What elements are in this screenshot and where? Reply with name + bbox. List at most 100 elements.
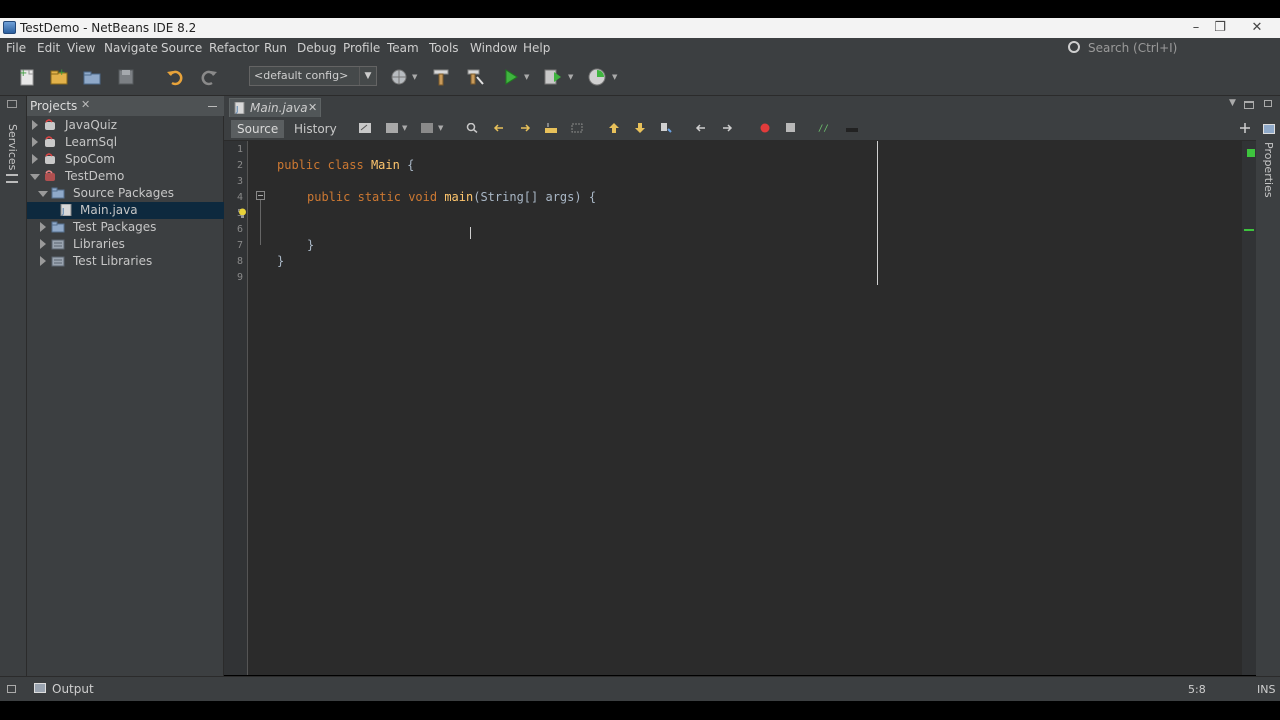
toggle-bookmark-icon[interactable]: [660, 123, 672, 133]
search-box[interactable]: Search (Ctrl+I): [1068, 41, 1177, 55]
profile-dropdown-icon[interactable]: ▼: [612, 73, 617, 81]
tree-item-test-packages[interactable]: Test Packages: [27, 219, 224, 236]
undo-icon[interactable]: [165, 67, 185, 87]
expand-arrow-icon[interactable]: [32, 120, 38, 130]
next-bookmark-icon[interactable]: [634, 123, 646, 133]
forward-dropdown-icon[interactable]: ▼: [438, 124, 443, 132]
run-icon[interactable]: [501, 67, 521, 87]
back-dropdown-icon[interactable]: ▼: [402, 124, 407, 132]
line-number: 3: [236, 176, 243, 187]
previous-bookmark-icon[interactable]: [608, 123, 620, 133]
shift-left-icon[interactable]: [695, 123, 707, 133]
restore-group-icon[interactable]: [7, 100, 17, 108]
globe-dropdown-icon[interactable]: ▼: [412, 73, 417, 81]
tree-item-test-libraries[interactable]: Test Libraries: [27, 253, 224, 270]
menu-edit[interactable]: Edit: [37, 41, 60, 55]
globe-icon[interactable]: [389, 67, 409, 87]
tree-item-source-packages[interactable]: Source Packages: [27, 185, 224, 202]
find-next-icon[interactable]: [519, 123, 531, 133]
tree-item-javaquiz[interactable]: JavaQuiz: [27, 117, 224, 134]
menu-refactor[interactable]: Refactor: [209, 41, 259, 55]
run-dropdown-icon[interactable]: ▼: [524, 73, 529, 81]
projects-tab[interactable]: Projects: [30, 99, 77, 113]
tree-item-main-java[interactable]: J Main.java: [27, 202, 224, 219]
services-panel-icon[interactable]: [6, 174, 18, 183]
comment-icon[interactable]: //: [818, 123, 830, 133]
hint-lightbulb-icon[interactable]: [238, 208, 247, 218]
menu-tools[interactable]: Tools: [429, 41, 459, 55]
clean-build-icon[interactable]: [465, 67, 485, 87]
toggle-rectangular-selection-icon[interactable]: [571, 123, 583, 133]
tab-list-dropdown-icon[interactable]: ▼: [1229, 98, 1236, 108]
start-macro-recording-icon[interactable]: [759, 123, 771, 133]
svg-text:J: J: [61, 207, 64, 216]
split-editor-icon[interactable]: [1239, 123, 1251, 133]
tab-main-java[interactable]: J Main.java ✕: [229, 98, 321, 117]
profile-icon[interactable]: [587, 67, 607, 87]
close-window-button[interactable]: ✕: [1243, 19, 1271, 37]
find-selection-icon[interactable]: [466, 123, 478, 133]
expand-arrow-icon[interactable]: [32, 154, 38, 164]
stop-macro-recording-icon[interactable]: [785, 123, 797, 133]
code-line-8: }: [277, 254, 285, 268]
expand-arrow-icon[interactable]: [40, 222, 46, 232]
menu-profile[interactable]: Profile: [343, 41, 380, 55]
build-hammer-icon[interactable]: [431, 67, 451, 87]
debug-dropdown-icon[interactable]: ▼: [568, 73, 573, 81]
menu-view[interactable]: View: [67, 41, 95, 55]
code-editor[interactable]: public class Main { public static void m…: [248, 141, 1242, 675]
menu-file[interactable]: File: [6, 41, 26, 55]
collapse-arrow-icon[interactable]: [38, 191, 48, 197]
expand-arrow-icon[interactable]: [32, 137, 38, 147]
save-all-icon[interactable]: [116, 67, 136, 87]
shift-right-icon[interactable]: [721, 123, 733, 133]
find-previous-icon[interactable]: [493, 123, 505, 133]
menu-window[interactable]: Window: [470, 41, 517, 55]
new-project-icon[interactable]: +: [49, 67, 69, 87]
expand-arrow-icon[interactable]: [40, 256, 46, 266]
source-view-tab[interactable]: Source: [231, 120, 285, 138]
tree-item-libraries[interactable]: Libraries: [27, 236, 224, 253]
menu-navigate[interactable]: Navigate: [104, 41, 158, 55]
tree-item-spocom[interactable]: SpoCom: [27, 151, 224, 168]
restore-output-icon[interactable]: [7, 685, 16, 693]
output-window-icon: [34, 683, 46, 693]
menu-team[interactable]: Team: [387, 41, 419, 55]
uncomment-icon[interactable]: [846, 123, 858, 133]
configuration-select[interactable]: <default config> ▼: [249, 66, 377, 86]
minimize-panel-icon[interactable]: [208, 106, 217, 107]
close-tab-icon[interactable]: ✕: [308, 101, 317, 114]
search-icon: [1068, 41, 1080, 53]
fold-guide-line: [260, 200, 261, 245]
history-view-tab[interactable]: History: [288, 120, 343, 138]
toggle-highlight-icon[interactable]: [545, 123, 557, 133]
menu-help[interactable]: Help: [523, 41, 550, 55]
restore-editor-icon[interactable]: [1264, 100, 1272, 107]
menu-debug[interactable]: Debug: [297, 41, 336, 55]
output-tab[interactable]: Output: [52, 682, 94, 696]
properties-panel-icon[interactable]: [1263, 124, 1275, 134]
code-line-7: }: [307, 238, 315, 252]
redo-icon[interactable]: [199, 67, 219, 87]
back-icon[interactable]: [386, 123, 398, 133]
close-projects-icon[interactable]: ✕: [81, 98, 90, 111]
line-number: 9: [236, 272, 243, 283]
maximize-button[interactable]: ❐: [1206, 19, 1234, 37]
new-file-icon[interactable]: +: [17, 67, 37, 87]
expand-arrow-icon[interactable]: [40, 239, 46, 249]
forward-icon[interactable]: [421, 123, 433, 133]
menu-run[interactable]: Run: [264, 41, 287, 55]
services-side-tab[interactable]: Services: [6, 124, 19, 170]
error-stripe[interactable]: [1242, 141, 1256, 675]
last-edit-icon[interactable]: [359, 123, 371, 133]
tree-item-testdemo[interactable]: TestDemo: [27, 168, 224, 185]
maximize-editor-icon[interactable]: [1244, 101, 1254, 109]
debug-icon[interactable]: [543, 67, 563, 87]
change-marker[interactable]: [1244, 229, 1254, 231]
open-project-icon[interactable]: [82, 67, 102, 87]
fold-collapse-icon[interactable]: [256, 191, 265, 200]
tree-item-learnsql[interactable]: LearnSql: [27, 134, 224, 151]
menu-source[interactable]: Source: [161, 41, 202, 55]
properties-side-tab[interactable]: Properties: [1262, 142, 1275, 198]
collapse-arrow-icon[interactable]: [30, 174, 40, 180]
